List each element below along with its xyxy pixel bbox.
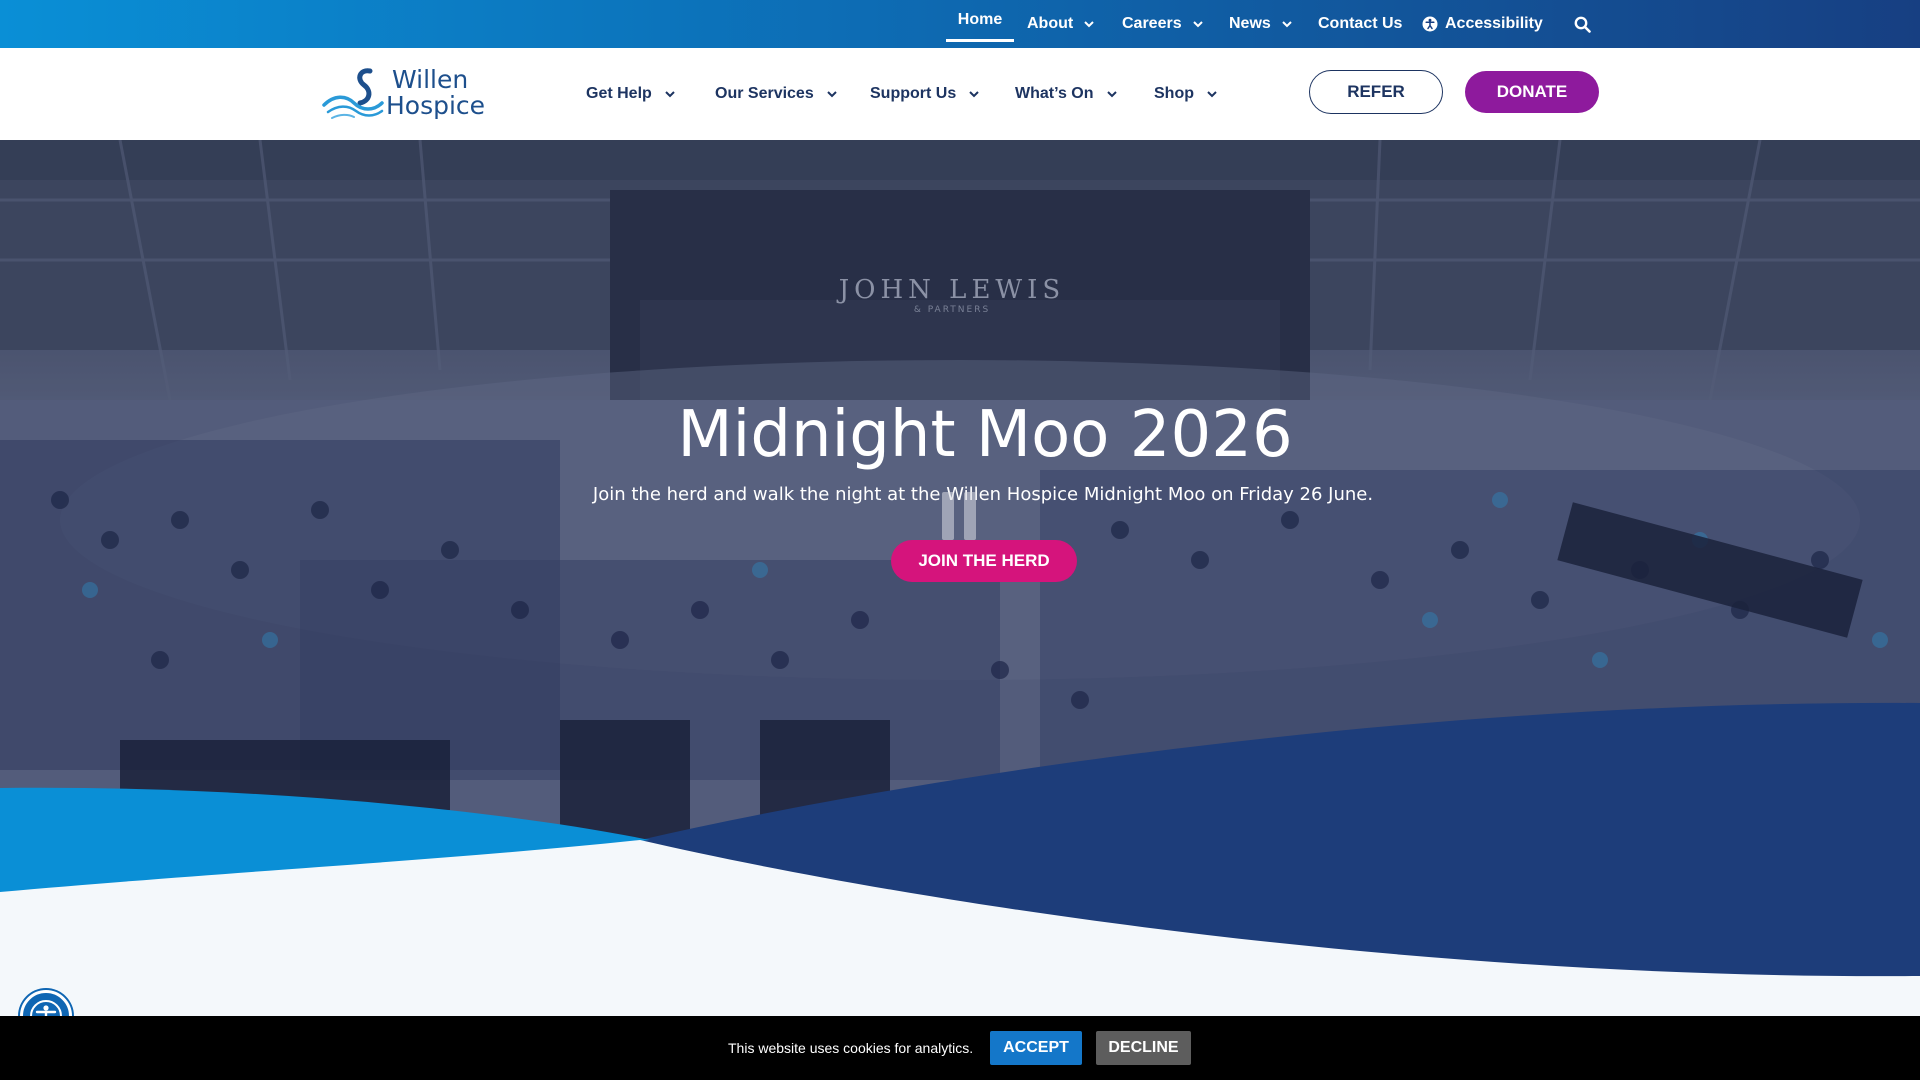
hero-title: Midnight Moo 2026	[677, 398, 1293, 472]
topnav-about[interactable]: About	[1027, 0, 1095, 48]
topnav-contact-us[interactable]: Contact Us	[1318, 0, 1402, 48]
chevron-down-icon	[1084, 21, 1094, 28]
cookie-consent-bar: This website uses cookies for analytics.…	[0, 1016, 1920, 1080]
chevron-down-icon	[665, 91, 675, 98]
search-icon	[1574, 16, 1591, 33]
topnav-accessibility-label: Accessibility	[1445, 15, 1543, 32]
logo-wordmark: Willen Hospice	[386, 67, 485, 119]
topnav-careers[interactable]: Careers	[1122, 0, 1204, 48]
logo-line-1: Willen	[392, 65, 469, 94]
topnav-news-label: News	[1229, 15, 1271, 32]
cookie-message: This website uses cookies for analytics.	[728, 1040, 974, 1056]
site-logo[interactable]: Willen Hospice	[320, 62, 500, 124]
chevron-down-icon	[1207, 91, 1217, 98]
nav-our-services[interactable]: Our Services	[715, 48, 838, 140]
logo-line-2: Hospice	[386, 91, 486, 120]
nav-support-us-label: Support Us	[870, 85, 957, 102]
topnav-accessibility[interactable]: Accessibility	[1422, 0, 1543, 48]
nav-support-us[interactable]: Support Us	[870, 48, 980, 140]
topnav-contact-label: Contact Us	[1318, 15, 1403, 32]
topnav-home-label: Home	[957, 10, 1003, 28]
refer-button[interactable]: REFER	[1309, 70, 1443, 114]
donate-button[interactable]: DONATE	[1465, 71, 1599, 113]
chevron-down-icon	[1106, 91, 1117, 98]
nav-get-help-label: Get Help	[586, 85, 652, 102]
nav-shop-label: Shop	[1154, 85, 1194, 102]
top-utility-bar: Home About Careers News Contact Us Acces…	[0, 0, 1920, 48]
chevron-down-icon	[1192, 21, 1203, 28]
topnav-home[interactable]: Home	[946, 0, 1014, 42]
hero-banner: JOHN LEWIS & PARTNERS Midnight Moo 2026 …	[0, 140, 1920, 1020]
search-button[interactable]	[1574, 0, 1591, 48]
decline-cookies-button[interactable]: DECLINE	[1096, 1031, 1191, 1065]
nav-shop[interactable]: Shop	[1154, 48, 1218, 140]
pause-icon[interactable]	[940, 492, 980, 540]
topnav-careers-label: Careers	[1122, 15, 1182, 32]
accessibility-icon	[1422, 16, 1438, 32]
nav-whats-on[interactable]: What’s On	[1015, 48, 1118, 140]
chevron-down-icon	[827, 91, 837, 98]
chevron-down-icon	[969, 91, 979, 98]
nav-our-services-label: Our Services	[715, 85, 814, 102]
nav-whats-on-label: What’s On	[1015, 85, 1094, 102]
swan-logo-icon	[322, 68, 384, 119]
nav-get-help[interactable]: Get Help	[586, 48, 676, 140]
accept-cookies-button[interactable]: ACCEPT	[990, 1031, 1082, 1065]
chevron-down-icon	[1282, 21, 1292, 28]
main-header: Willen Hospice Get Help Our Services Sup…	[0, 48, 1920, 140]
topnav-news[interactable]: News	[1229, 0, 1293, 48]
topnav-about-label: About	[1027, 15, 1074, 32]
join-the-herd-button[interactable]: JOIN THE HERD	[891, 540, 1077, 582]
